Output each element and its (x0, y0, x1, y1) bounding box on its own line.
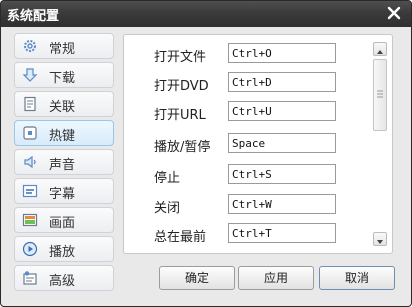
sidebar-item-picture[interactable]: 画面 (14, 207, 114, 233)
cancel-button[interactable]: 取消 (319, 266, 395, 290)
sidebar-item-advanced[interactable]: 高级 (14, 265, 114, 291)
hotkey-label-open-dvd: 打开DVD (154, 79, 209, 94)
keyboard-key-icon (22, 125, 38, 141)
sidebar-item-subtitles[interactable]: 字幕 (14, 178, 114, 204)
vertical-scrollbar[interactable] (373, 42, 387, 246)
sidebar-item-label: 下载 (49, 71, 76, 86)
sidebar-item-label: 画面 (49, 216, 76, 231)
hotkey-label-close: 关闭 (154, 201, 181, 216)
hotkey-label-always-on-top: 总在最前 (154, 230, 207, 245)
hotkey-field-open-file[interactable]: Ctrl+O (228, 43, 336, 63)
sidebar-item-hotkeys[interactable]: 热键 (14, 120, 114, 146)
title-bar[interactable]: 系统配置 (1, 1, 411, 27)
hotkey-field-stop[interactable]: Ctrl+S (228, 164, 336, 184)
document-icon (22, 96, 38, 112)
gear-icon (22, 38, 38, 54)
sidebar-item-label: 字幕 (49, 187, 76, 202)
hotkey-settings-panel: 打开文件 Ctrl+O 打开DVD Ctrl+D 打开URL Ctrl+U 播放… (123, 34, 393, 254)
hotkey-field-open-url[interactable]: Ctrl+U (228, 101, 336, 121)
advanced-settings-icon (22, 270, 38, 286)
hotkey-label-play-pause: 播放/暂停 (154, 140, 211, 155)
sidebar-item-label: 热键 (49, 129, 76, 144)
sidebar-item-label: 常规 (49, 42, 76, 57)
scroll-down-button[interactable] (373, 232, 387, 246)
hotkey-field-close[interactable]: Ctrl+W (228, 194, 336, 214)
sidebar-item-label: 声音 (49, 158, 76, 173)
settings-window: 系统配置 常规 下载 关联 热键 声音 字幕 画面 播放 高级 打开文件 Ctr… (0, 0, 412, 307)
sidebar-item-label: 关联 (49, 100, 76, 115)
sidebar-item-sound[interactable]: 声音 (14, 149, 114, 175)
hotkey-label-open-file: 打开文件 (154, 50, 207, 65)
hotkey-field-open-dvd[interactable]: Ctrl+D (228, 72, 336, 92)
sidebar-item-label: 播放 (49, 245, 76, 260)
ok-button[interactable]: 确定 (159, 266, 235, 290)
window-title: 系统配置 (7, 9, 60, 24)
scroll-up-button[interactable] (373, 42, 387, 56)
chevron-up-icon (377, 50, 383, 54)
sidebar-item-association[interactable]: 关联 (14, 91, 114, 117)
sidebar-item-playback[interactable]: 播放 (14, 236, 114, 262)
scrollbar-thumb[interactable] (373, 59, 387, 131)
sidebar-item-download[interactable]: 下载 (14, 62, 114, 88)
sidebar-item-general[interactable]: 常规 (14, 33, 114, 59)
hotkey-label-stop: 停止 (154, 171, 181, 186)
picture-icon (22, 212, 38, 228)
apply-button[interactable]: 应用 (238, 266, 314, 290)
close-icon[interactable] (385, 4, 403, 22)
play-icon (22, 241, 38, 257)
hotkey-field-always-on-top[interactable]: Ctrl+T (228, 223, 336, 243)
sidebar-item-label: 高级 (49, 274, 76, 289)
hotkey-field-play-pause[interactable]: Space (228, 133, 336, 153)
chevron-down-icon (377, 240, 383, 244)
speaker-icon (22, 154, 38, 170)
download-arrow-icon (22, 67, 38, 83)
grip-icon (377, 90, 383, 98)
hotkey-label-open-url: 打开URL (154, 108, 206, 123)
subtitle-icon (22, 183, 38, 199)
